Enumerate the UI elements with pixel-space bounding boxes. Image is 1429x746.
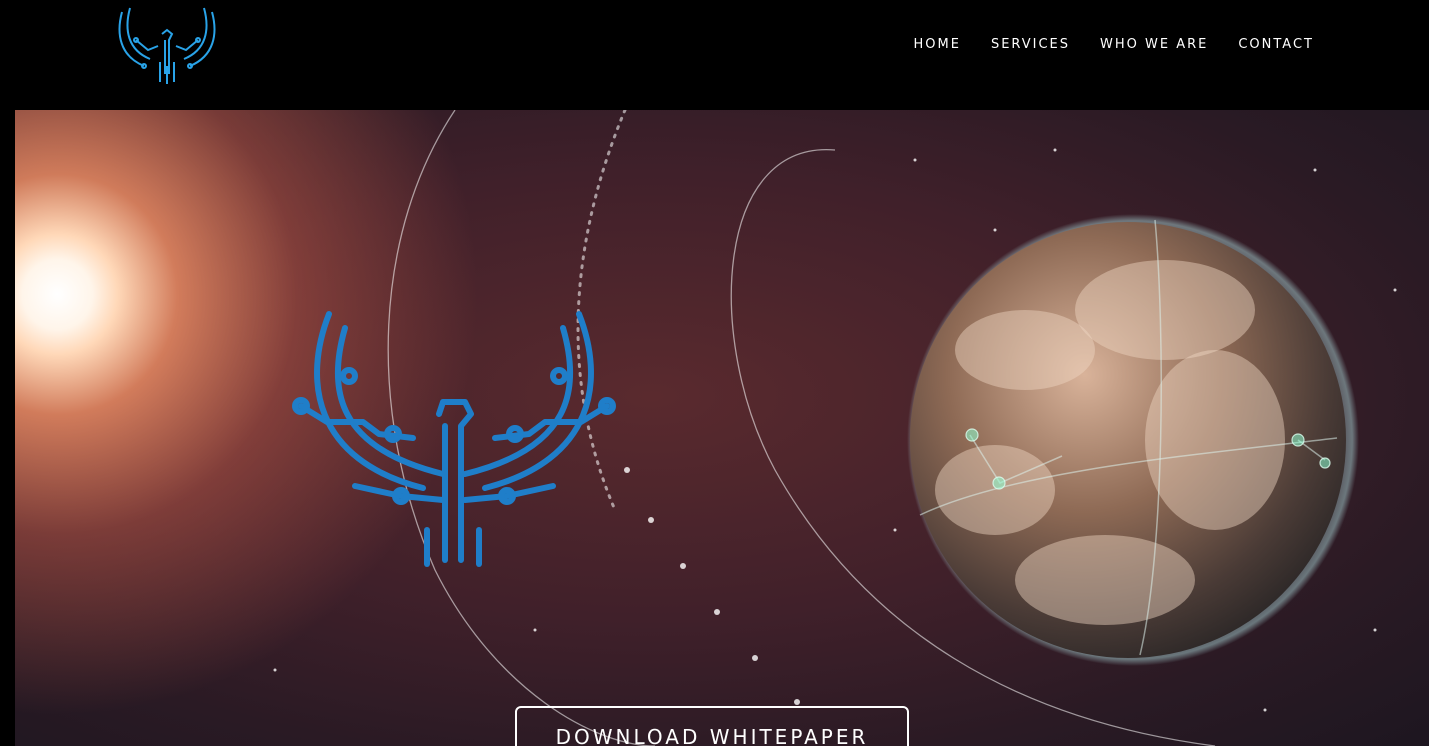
nav-contact-link[interactable]: CONTACT (1238, 37, 1314, 52)
hero-background-art (273, 110, 1397, 746)
nav-who-we-are-link[interactable]: WHO WE ARE (1100, 37, 1208, 52)
main-nav: HOME SERVICES WHO WE ARE CONTACT (913, 37, 1314, 52)
hero-section: DOWNLOAD WHITEPAPER (15, 110, 1429, 746)
eagle-emblem-icon (292, 311, 616, 567)
site-header: HOME SERVICES WHO WE ARE CONTACT (0, 0, 1429, 110)
download-whitepaper-button[interactable]: DOWNLOAD WHITEPAPER (515, 706, 909, 746)
nav-services-link[interactable]: SERVICES (991, 37, 1070, 52)
nav-home-link[interactable]: HOME (913, 37, 960, 52)
earth-globe (907, 214, 1359, 666)
eagle-logo-icon[interactable] (114, 4, 220, 88)
